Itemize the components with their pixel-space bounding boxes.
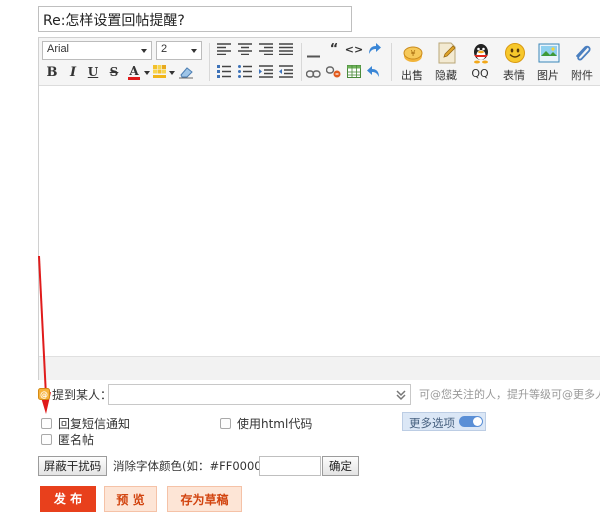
bold-button[interactable]: B (44, 64, 60, 80)
redo-icon[interactable] (367, 42, 381, 55)
text-color-glyph: A (129, 63, 139, 78)
outdent-icon[interactable] (279, 65, 293, 78)
chevron-down-icon[interactable] (144, 71, 150, 75)
emoticon-button[interactable]: 表情 (497, 40, 531, 84)
reply-notify-label: 回复短信通知 (58, 417, 131, 431)
qq-penguin-icon (470, 42, 492, 64)
strikethrough-button[interactable]: S (106, 64, 122, 80)
svg-text:¥: ¥ (410, 49, 415, 58)
bold-label: B (46, 64, 58, 80)
subject-input[interactable]: Re:怎样设置回帖提醒? (38, 6, 352, 32)
image-icon (538, 42, 560, 64)
indent-icon[interactable] (259, 65, 273, 78)
toggle-knob (473, 417, 482, 426)
mention-label: 提到某人： (52, 388, 113, 402)
mention-icon: @ (38, 388, 50, 400)
italic-button[interactable]: I (65, 64, 81, 80)
eraser-icon[interactable] (178, 65, 194, 79)
toolbar-divider (391, 43, 392, 81)
more-options-toggle[interactable] (459, 416, 483, 427)
rich-text-editor[interactable]: Arial 2 B I U S A “ <> ¥ 出售 隐藏 QQ 表情 图片 … (38, 37, 600, 380)
hide-label: 隐藏 (435, 69, 457, 82)
use-html-checkbox[interactable] (220, 418, 231, 429)
clear-color-label: 消除字体颜色(如：#FF0000)： (113, 459, 278, 473)
table-icon[interactable] (347, 65, 361, 78)
undo-icon[interactable] (367, 65, 381, 78)
ordered-list-icon[interactable] (217, 65, 231, 78)
background-color-icon[interactable] (153, 65, 166, 78)
more-options-button[interactable]: 更多选项 (402, 412, 486, 431)
double-chevron-down-icon[interactable] (396, 389, 406, 401)
image-button[interactable]: 图片 (531, 40, 565, 84)
editor-resize-bar[interactable] (39, 356, 600, 380)
chevron-down-icon (141, 49, 147, 53)
svg-text:@: @ (40, 391, 48, 400)
toolbar-divider (301, 43, 302, 81)
sell-label: 出售 (401, 69, 423, 82)
code-icon: <> (344, 42, 364, 56)
sell-button[interactable]: ¥ 出售 (395, 40, 429, 84)
smiley-icon (504, 42, 526, 64)
emoticon-label: 表情 (503, 69, 525, 82)
align-justify-icon[interactable] (279, 43, 293, 56)
image-label: 图片 (537, 69, 559, 82)
chevron-down-icon (191, 49, 197, 53)
text-color-button[interactable]: A (126, 63, 142, 81)
hide-icon (436, 42, 458, 64)
qq-button[interactable]: QQ (463, 40, 497, 84)
quote-button[interactable]: “ (326, 41, 342, 57)
preview-button[interactable]: 预 览 (104, 486, 157, 512)
unordered-list-icon[interactable] (238, 65, 252, 78)
attachment-label: 附件 (571, 69, 593, 82)
align-right-icon[interactable] (259, 43, 273, 56)
attachment-button[interactable]: 附件 (565, 40, 599, 84)
paperclip-icon (572, 42, 594, 64)
editor-toolbar: Arial 2 B I U S A “ <> ¥ 出售 隐藏 QQ 表情 图片 … (39, 38, 600, 86)
anonymous-checkbox[interactable] (41, 434, 52, 445)
mention-input[interactable] (108, 384, 411, 405)
editor-content-area[interactable] (39, 86, 600, 356)
use-html-label: 使用html代码 (237, 417, 313, 431)
publish-button[interactable]: 发 布 (40, 486, 96, 512)
save-draft-button[interactable]: 存为草稿 (167, 486, 242, 512)
font-family-select[interactable]: Arial (42, 41, 152, 60)
italic-label: I (69, 64, 77, 80)
confirm-button[interactable]: 确定 (322, 456, 359, 476)
anonymous-label: 匿名帖 (58, 433, 95, 447)
font-family-value: Arial (47, 43, 70, 55)
sell-icon: ¥ (402, 42, 424, 64)
quote-icon: “ (329, 41, 339, 57)
align-left-icon[interactable] (217, 43, 231, 56)
toolbar-divider (209, 43, 210, 81)
hide-button[interactable]: 隐藏 (429, 40, 463, 84)
unlink-icon[interactable] (325, 65, 341, 78)
qq-label: QQ (471, 67, 489, 80)
more-options-label: 更多选项 (409, 416, 455, 430)
underline-label: U (87, 65, 99, 79)
font-size-value: 2 (161, 43, 168, 55)
chevron-down-icon[interactable] (169, 71, 175, 75)
align-center-icon[interactable] (238, 43, 252, 56)
mention-hint: 可@您关注的人，提升等级可@更多人 (419, 388, 600, 401)
font-size-select[interactable]: 2 (156, 41, 202, 60)
underline-button[interactable]: U (85, 64, 101, 80)
block-spam-code-button[interactable]: 屏蔽干扰码 (38, 456, 107, 476)
link-icon[interactable] (305, 67, 321, 78)
color-code-input[interactable] (259, 456, 321, 476)
code-button[interactable]: <> (344, 41, 364, 57)
horizontal-rule-icon[interactable] (307, 47, 320, 58)
text-color-swatch (128, 76, 140, 80)
strike-label: S (109, 65, 119, 79)
reply-notify-checkbox[interactable] (41, 418, 52, 429)
